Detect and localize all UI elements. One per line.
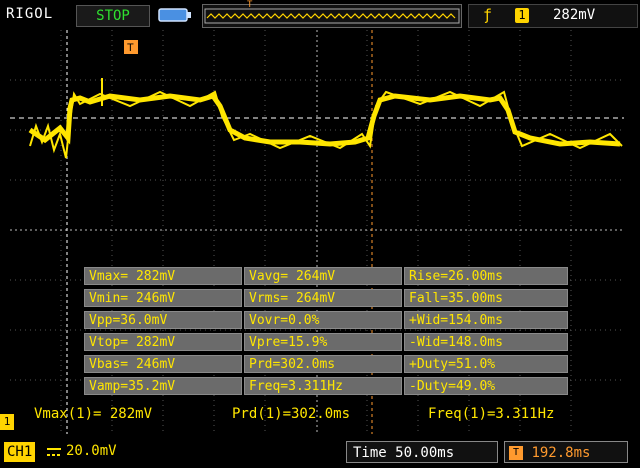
measure-cell: -Duty=49.0% (404, 377, 568, 395)
measure-cell: Vtop= 282mV (84, 333, 242, 351)
brand-logo: RIGOL (6, 6, 54, 22)
svg-text:T: T (127, 42, 134, 54)
run-stop-button[interactable]: STOP (76, 5, 150, 27)
measure-cell: Vamp=35.2mV (84, 377, 242, 395)
measure-cell: +Duty=51.0% (404, 355, 568, 373)
measure-cell: +Wid=154.0ms (404, 311, 568, 329)
timeline-trigger-icon: T (247, 0, 253, 10)
status-bar: RIGOL STOP T ƒ 1 282mV (0, 0, 640, 30)
rising-edge-icon: ƒ (483, 6, 493, 24)
measure-cell: Vrms= 264mV (244, 289, 402, 307)
measure-row: Vpp=36.0mV Vovr=0.0% +Wid=154.0ms (84, 311, 570, 331)
ch1-button[interactable]: CH1 (4, 442, 36, 462)
ch1-vertical-scale[interactable]: 20.0mV (66, 443, 117, 459)
measure-cell: Fall=35.00ms (404, 289, 568, 307)
measure-row: Vmax= 282mV Vavg= 264mV Rise=26.00ms (84, 267, 570, 287)
timebase-display[interactable]: Time 50.00ms (346, 441, 498, 463)
measure-row: Vtop= 282mV Vpre=15.9% -Wid=148.0ms (84, 333, 570, 353)
trigger-info[interactable]: ƒ 1 282mV (468, 4, 638, 28)
dc-coupling-icon (46, 444, 62, 458)
measure-cell: Vpre=15.9% (244, 333, 402, 351)
trigger-delay-icon: T (509, 446, 523, 460)
trigger-delay-display[interactable]: T 192.8ms (504, 441, 628, 463)
measure-cell: Vpp=36.0mV (84, 311, 242, 329)
bottom-bar: CH1 20.0mV Time 50.00ms T 192.8ms (0, 436, 640, 468)
measure-cell: Vmin= 246mV (84, 289, 242, 307)
frequency-readout: Freq(1)=3.311Hz (428, 406, 555, 422)
measure-cell: Vmax= 282mV (84, 267, 242, 285)
measure-cell: Prd=302.0ms (244, 355, 402, 373)
trigger-delay-value: 192.8ms (531, 445, 591, 461)
measure-cell: -Wid=148.0ms (404, 333, 568, 351)
measure-cell: Freq=3.311Hz (244, 377, 402, 395)
trigger-position-icon: T (124, 40, 138, 54)
battery-icon (158, 7, 192, 23)
period-readout: Prd(1)=302.0ms (232, 406, 351, 422)
memory-timeline[interactable]: T (202, 0, 462, 28)
measure-cell: Vovr=0.0% (244, 311, 402, 329)
measure-cell: Rise=26.00ms (404, 267, 568, 285)
measure-row: Vbas= 246mV Prd=302.0ms +Duty=51.0% (84, 355, 570, 375)
measure-cell: Vavg= 264mV (244, 267, 402, 285)
trigger-level: 282mV (553, 7, 596, 23)
measure-row: Vamp=35.2mV Freq=3.311Hz -Duty=49.0% (84, 377, 570, 397)
measure-row: Vmin= 246mV Vrms= 264mV Fall=35.00ms (84, 289, 570, 309)
measurement-panel: Vmax= 282mV Vavg= 264mV Rise=26.00ms Vmi… (84, 267, 570, 399)
vmax-readout: Vmax(1)= 282mV (34, 406, 153, 422)
channel-offset-marker[interactable]: 1 (0, 414, 14, 430)
trigger-channel-badge: 1 (515, 8, 529, 23)
measure-cell: Vbas= 246mV (84, 355, 242, 373)
